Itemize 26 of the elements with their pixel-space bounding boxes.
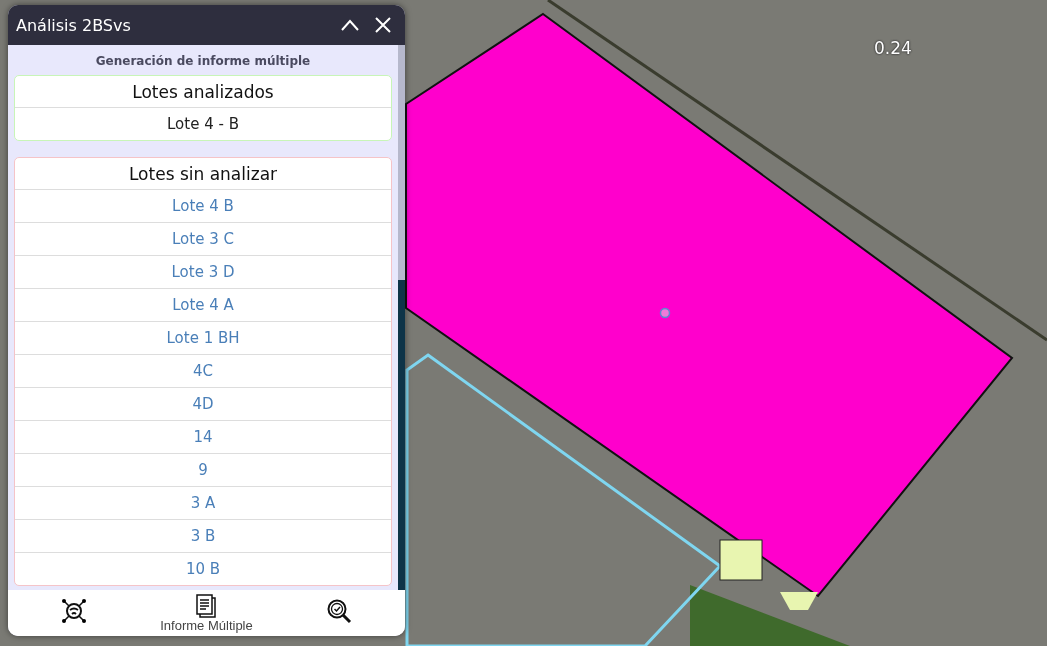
list-item[interactable]: Lote 3 D — [15, 255, 391, 288]
list-item[interactable]: Lote 1 BH — [15, 321, 391, 354]
list-item[interactable]: 9 — [15, 453, 391, 486]
small-parcel[interactable] — [780, 592, 818, 610]
list-item[interactable]: 14 — [15, 420, 391, 453]
list-item[interactable]: 4C — [15, 354, 391, 387]
card-title: Lotes analizados — [131, 81, 275, 104]
list-item[interactable]: 3 A — [15, 486, 391, 519]
parcel-label: 0.24 — [874, 38, 912, 58]
list-item[interactable]: 10 B — [15, 552, 391, 585]
documents-icon — [196, 594, 217, 618]
list-item[interactable]: 4D — [15, 387, 391, 420]
list-row: Lote 4 - B — [15, 107, 391, 140]
small-parcel[interactable] — [719, 539, 763, 581]
card-title: Lotes sin analizar — [127, 163, 279, 186]
list-item[interactable]: Lote 4 B — [15, 189, 391, 222]
tab-button[interactable]: Informe Múltiple — [140, 590, 273, 633]
list-item[interactable]: Lote 3 C — [15, 222, 391, 255]
window-title: Análisis 2BSvs — [16, 15, 132, 35]
panel-subtitle: Generación de informe múltiple — [94, 53, 312, 70]
list-item[interactable]: Lote 4 A — [15, 288, 391, 321]
network-icon — [61, 598, 88, 624]
magnifier-check-icon — [325, 598, 352, 624]
list-item[interactable]: 3 B — [15, 519, 391, 552]
scrollbar[interactable] — [398, 45, 405, 590]
centroid-marker — [659, 307, 671, 319]
